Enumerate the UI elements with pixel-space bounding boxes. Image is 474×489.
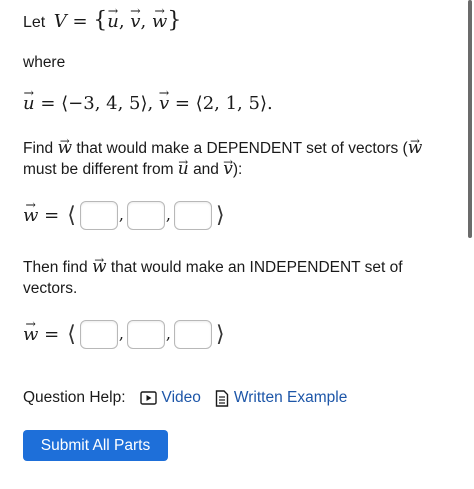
video-link[interactable]: Video	[139, 389, 201, 407]
question-help-label: Question Help:	[23, 389, 126, 406]
written-example-link[interactable]: Written Example	[215, 389, 347, 407]
set-name: V	[53, 11, 67, 32]
answer1-w-label: w	[23, 205, 38, 226]
where-text: where	[23, 54, 66, 71]
let-text: Let	[23, 14, 46, 31]
video-icon	[139, 391, 157, 405]
vec-u: u	[107, 11, 119, 32]
independent-w-component-1[interactable]	[79, 320, 118, 349]
answer2-w-label: w	[23, 324, 38, 345]
dependent-w-component-2[interactable]	[126, 201, 165, 230]
u-components: −3, 4, 5	[68, 93, 141, 114]
prompt-vec-w: w	[57, 138, 72, 159]
independent-prompt: Then find w that would make an INDEPENDE…	[23, 257, 448, 299]
question-help: Question Help: Video Written Example	[23, 389, 347, 407]
given-vectors: u = ⟨−3, 4, 5⟩, v = ⟨2, 1, 5⟩.	[23, 93, 273, 114]
dependent-w-component-3[interactable]	[174, 201, 213, 230]
document-icon	[215, 389, 229, 407]
independent-w-component-2[interactable]	[126, 320, 165, 349]
given-v-name: v	[159, 93, 169, 114]
independent-w-component-3[interactable]	[174, 320, 213, 349]
written-example-label: Written Example	[233, 389, 348, 406]
video-link-label: Video	[161, 389, 201, 406]
given-u-name: u	[23, 93, 35, 114]
submit-all-parts-button[interactable]: Submit All Parts	[23, 430, 168, 461]
set-definition: Let V = {u, v, w}	[23, 8, 181, 33]
dependent-w-component-1[interactable]	[79, 201, 118, 230]
vec-w: w	[152, 11, 167, 32]
scrollbar[interactable]	[468, 0, 472, 238]
v-components: 2, 1, 5	[202, 93, 260, 114]
dependent-prompt: Find w that would make a DEPENDENT set o…	[23, 138, 448, 180]
vec-v: v	[130, 11, 140, 32]
independent-prompt-vec-w: w	[92, 257, 107, 278]
independent-answer-row: w = ⟨ , , ⟩	[23, 320, 229, 349]
dependent-answer-row: w = ⟨ , , ⟩	[23, 201, 229, 230]
